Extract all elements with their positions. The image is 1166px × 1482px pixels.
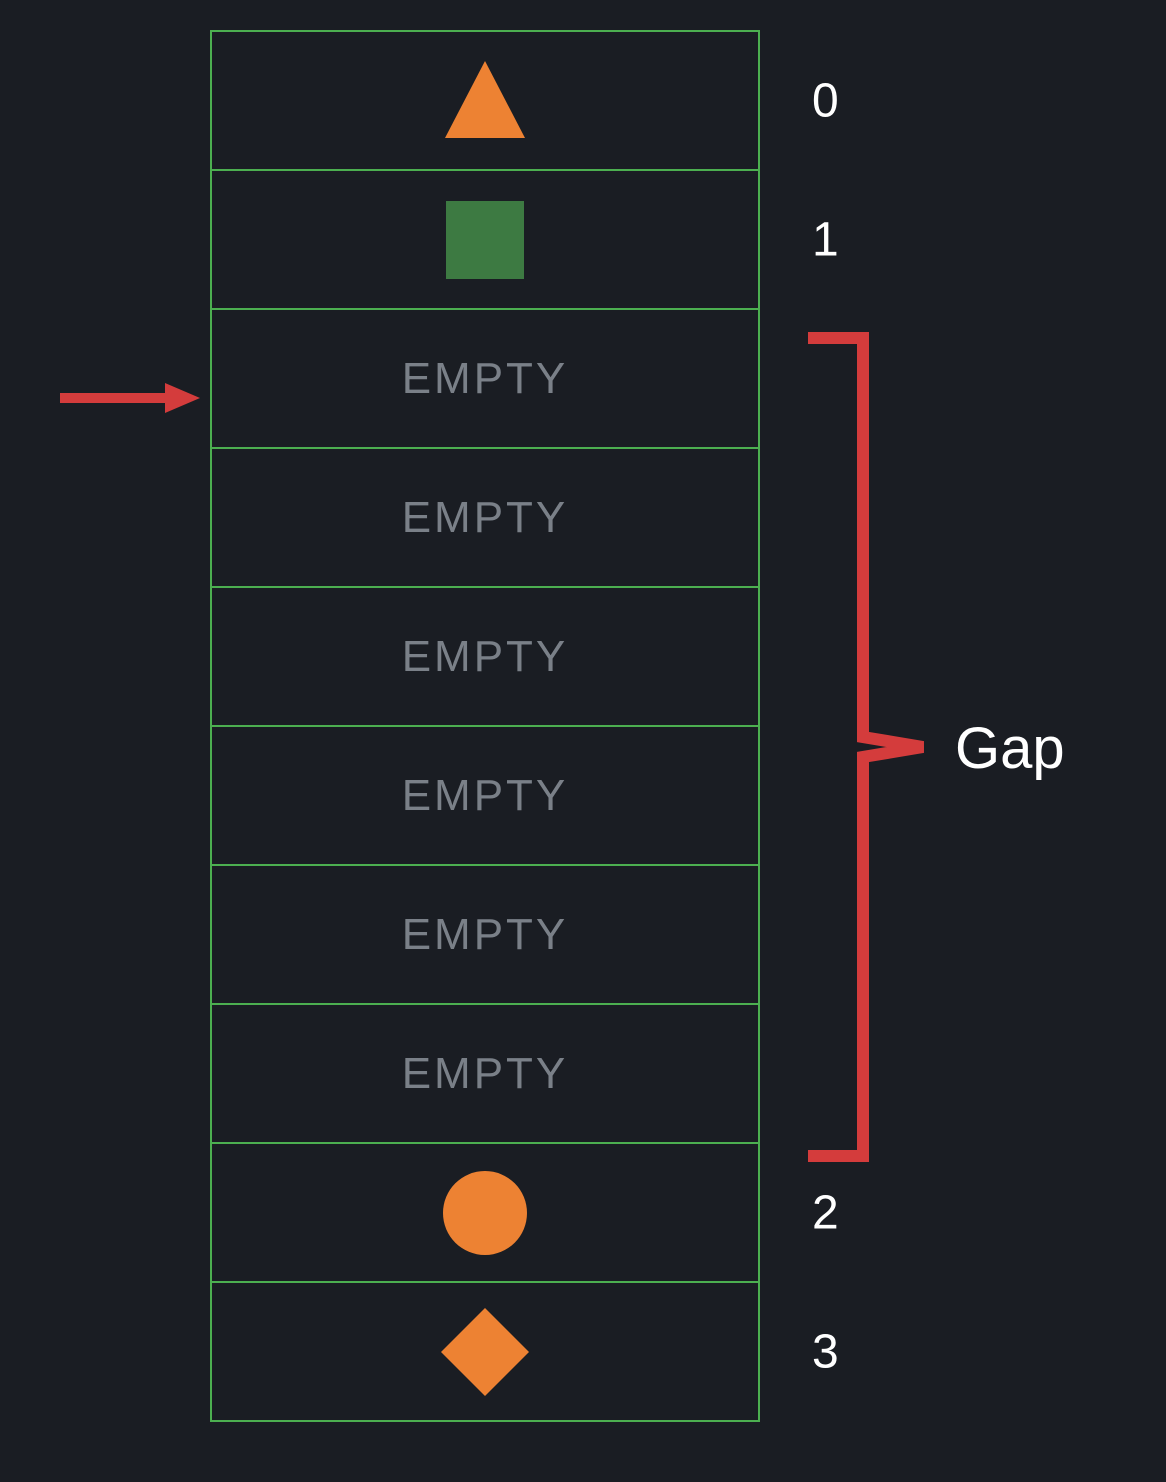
empty-label: EMPTY	[402, 493, 569, 543]
array-cell-empty: EMPTY	[210, 1003, 760, 1144]
array-cell-empty: EMPTY	[210, 725, 760, 866]
gap-label: Gap	[955, 715, 1065, 782]
circle-icon	[442, 1170, 528, 1256]
array-container: 0 1 EMPTY EMPTY EMPTY EMPTY EMPTY EMPTY …	[210, 30, 760, 1422]
square-icon	[446, 201, 524, 279]
empty-label: EMPTY	[402, 1049, 569, 1099]
triangle-icon	[440, 56, 530, 146]
pointer-arrow-icon	[60, 378, 200, 418]
empty-label: EMPTY	[402, 910, 569, 960]
index-label: 1	[812, 212, 839, 267]
index-label: 3	[812, 1324, 839, 1379]
gap-bracket-icon	[808, 332, 938, 1162]
array-cell-empty: EMPTY	[210, 447, 760, 588]
array-cell-empty: EMPTY	[210, 308, 760, 449]
empty-label: EMPTY	[402, 632, 569, 682]
array-cell: 2	[210, 1142, 760, 1283]
empty-label: EMPTY	[402, 354, 569, 404]
array-cell: 3	[210, 1281, 760, 1422]
index-label: 2	[812, 1185, 839, 1240]
index-label: 0	[812, 73, 839, 128]
diamond-icon	[437, 1304, 533, 1400]
array-cell: 0	[210, 30, 760, 171]
empty-label: EMPTY	[402, 771, 569, 821]
array-cell: 1	[210, 169, 760, 310]
array-cell-empty: EMPTY	[210, 586, 760, 727]
array-cell-empty: EMPTY	[210, 864, 760, 1005]
